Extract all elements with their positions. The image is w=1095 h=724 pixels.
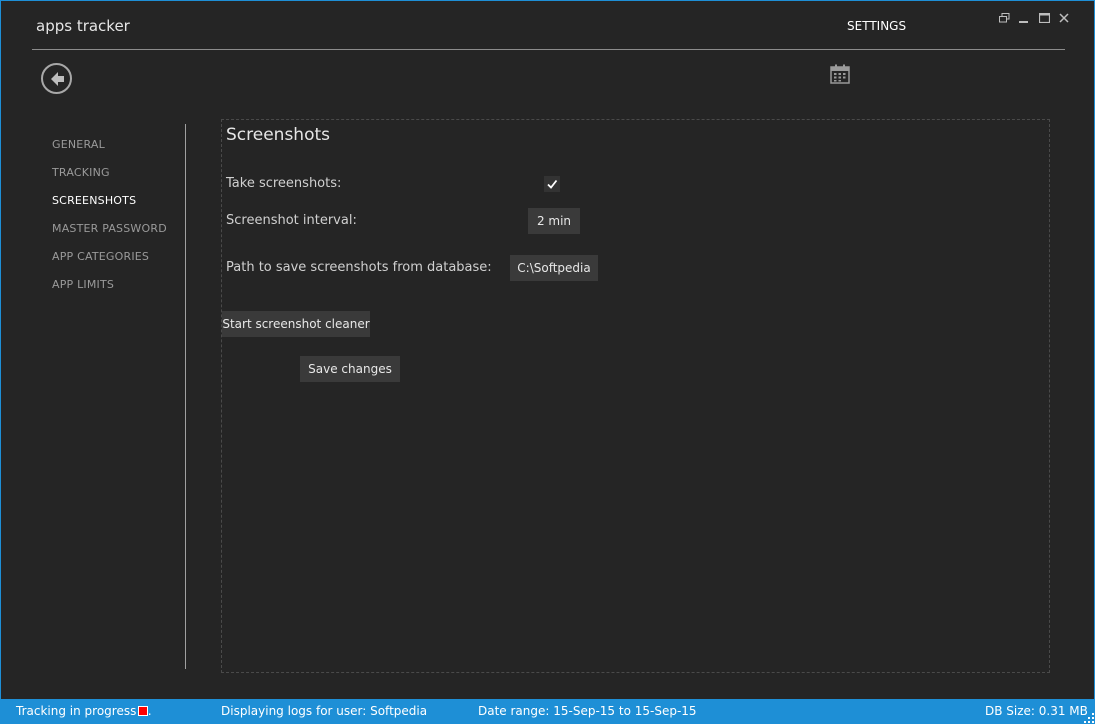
sidebar-item-general[interactable]: GENERAL: [52, 137, 167, 165]
back-arrow-icon: [50, 71, 64, 86]
save-changes-button[interactable]: Save changes: [300, 356, 400, 382]
checkmark-icon: [547, 179, 558, 189]
user-status: Displaying logs for user: Softpedia: [221, 704, 428, 718]
recording-indicator-icon: [138, 706, 148, 716]
back-button[interactable]: [41, 63, 72, 94]
calendar-button[interactable]: [830, 64, 850, 84]
resize-grip-icon[interactable]: [1084, 713, 1094, 723]
sidebar-item-master-password[interactable]: MASTER PASSWORD: [52, 221, 167, 249]
close-icon[interactable]: [1058, 11, 1070, 25]
status-bar: Tracking in progress ... Displaying logs…: [1, 699, 1095, 724]
sidebar-divider: [185, 124, 186, 669]
calendar-icon: [830, 64, 850, 84]
window-controls: [998, 11, 1070, 25]
sidebar-item-tracking[interactable]: TRACKING: [52, 165, 167, 193]
date-range-status: Date range: 15-Sep-15 to 15-Sep-15: [478, 704, 697, 718]
sidebar-item-screenshots[interactable]: SCREENSHOTS: [52, 193, 167, 221]
start-screenshot-cleaner-button[interactable]: Start screenshot cleaner: [222, 311, 370, 337]
tracking-status: Tracking in progress ...: [16, 704, 152, 718]
path-label: Path to save screenshots from database:: [226, 260, 492, 275]
app-window: apps tracker SETTINGS GENERAL TRACKING S…: [0, 0, 1095, 724]
panel-title: Screenshots: [226, 125, 331, 145]
maximize-icon[interactable]: [1038, 11, 1050, 25]
take-screenshots-checkbox[interactable]: [544, 176, 560, 192]
minimize-icon[interactable]: [1018, 11, 1030, 25]
header-divider: [32, 49, 1065, 50]
settings-sidebar: GENERAL TRACKING SCREENSHOTS MASTER PASS…: [52, 137, 167, 305]
section-title: SETTINGS: [847, 19, 907, 33]
app-title: apps tracker: [36, 17, 130, 35]
path-field[interactable]: C:\Softpedia: [510, 255, 598, 281]
sidebar-item-app-categories[interactable]: APP CATEGORIES: [52, 249, 167, 277]
interval-label: Screenshot interval:: [226, 213, 357, 228]
restore-icon[interactable]: [998, 11, 1010, 25]
sidebar-item-app-limits[interactable]: APP LIMITS: [52, 277, 167, 305]
interval-selector[interactable]: 2 min: [528, 208, 580, 234]
take-screenshots-label: Take screenshots:: [226, 176, 342, 191]
screenshots-panel: Screenshots Take screenshots: Screenshot…: [221, 119, 1050, 673]
db-size-status: DB Size: 0.31 MB: [985, 704, 1088, 718]
